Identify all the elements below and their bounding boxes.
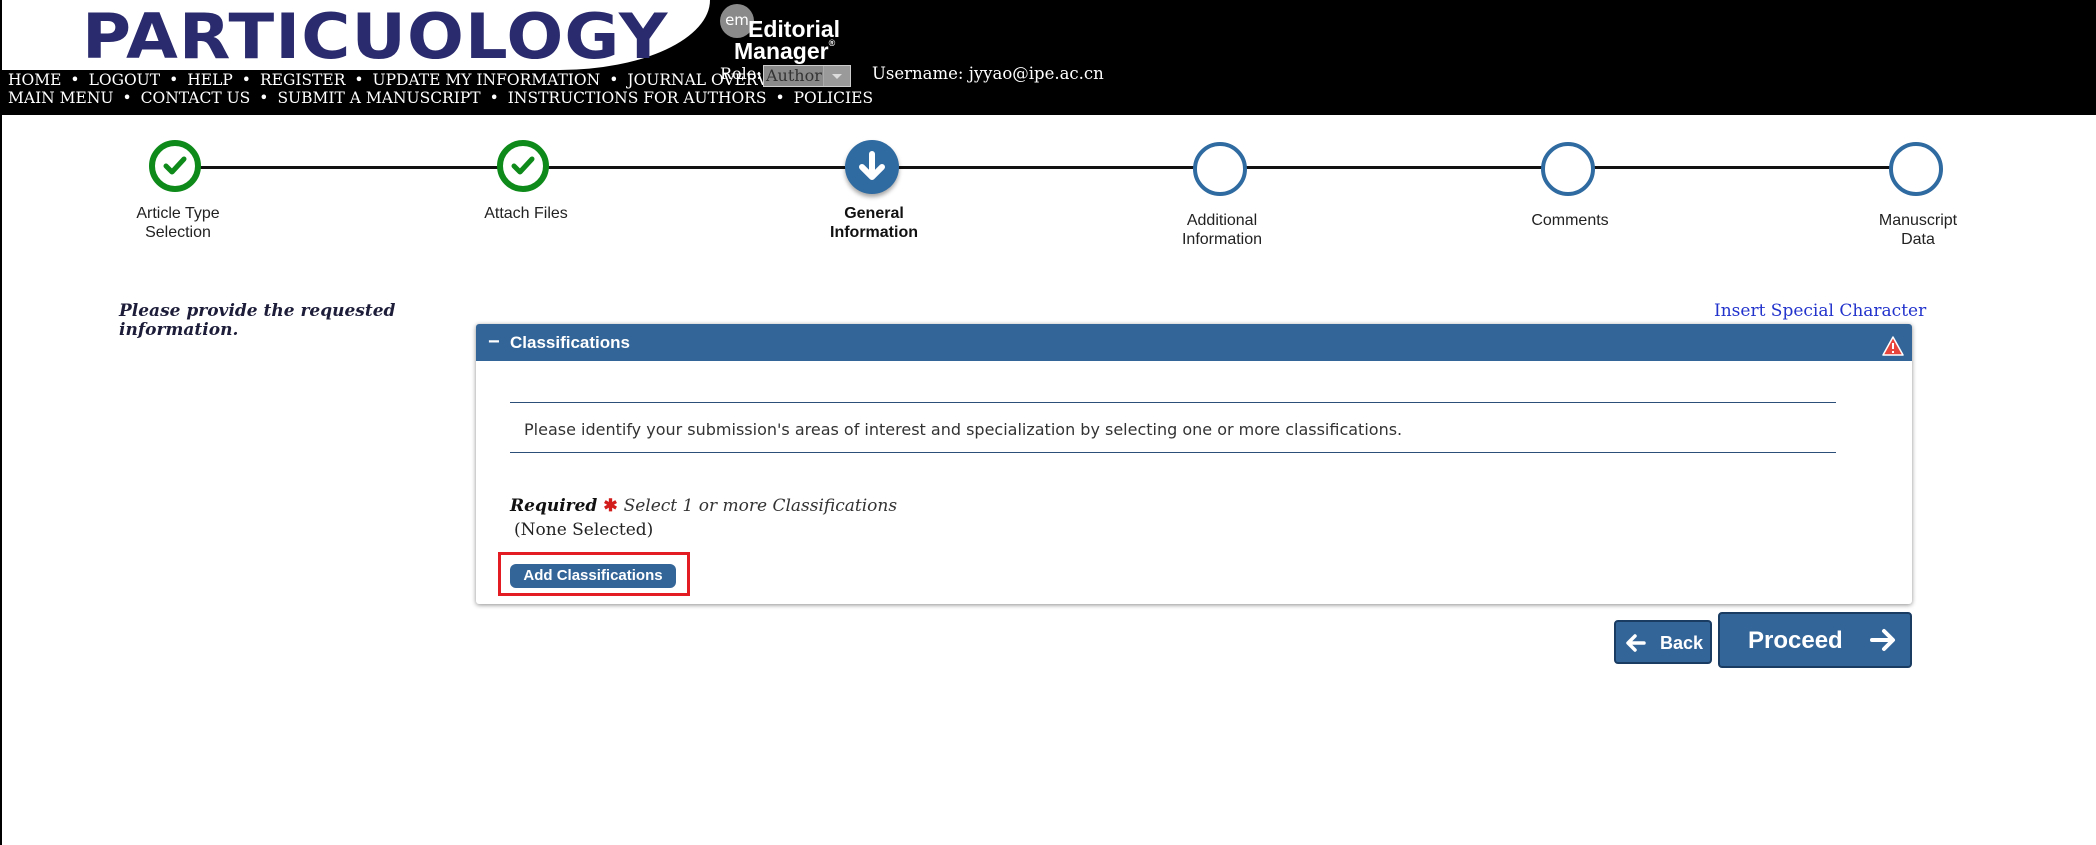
back-button-label: Back: [1660, 633, 1704, 653]
nav-help[interactable]: HELP: [187, 71, 233, 89]
nav-row-1: HOME • LOGOUT • HELP • REGISTER • UPDATE MY INFO…: [8, 71, 802, 89]
app-header: PARTICUOLOGY HOME • LOGOUT • HELP • REGISTER • U…: [2, 0, 2096, 115]
divider: [510, 452, 1836, 453]
nav-policies[interactable]: POLICIES: [794, 89, 873, 107]
nav-row-2: MAIN MENU • CONTACT US • SUBMIT A MANUSCRIPT…: [8, 89, 874, 107]
role-select-value: Author: [766, 66, 822, 85]
required-label: Required: [510, 496, 598, 516]
username-display: Username: jyyao@ipe.ac.cn: [872, 64, 1104, 83]
role-select[interactable]: Author: [763, 65, 851, 87]
proceed-button[interactable]: Proceed: [1718, 612, 1912, 668]
nav-logout[interactable]: LOGOUT: [89, 71, 161, 89]
step-label: General Information: [830, 205, 918, 241]
journal-logo[interactable]: PARTICUOLOGY: [82, 2, 668, 72]
classifications-panel: − Classifications Please identify your s…: [476, 324, 1912, 604]
chevron-down-icon: [823, 66, 850, 86]
nav-contact-us[interactable]: CONTACT US: [141, 89, 251, 107]
step-label: Comments: [1531, 212, 1609, 229]
nav-submit-a-manuscript[interactable]: SUBMIT A MANUSCRIPT: [277, 89, 480, 107]
back-button[interactable]: Back: [1614, 620, 1712, 664]
editorial-manager-logo: em Editorial Manager®: [720, 4, 845, 64]
em-logo-line2: Manager®: [734, 38, 836, 64]
username-value: jyyao@ipe.ac.cn: [968, 64, 1104, 83]
step-pending-circle-icon: [1193, 142, 1247, 196]
warning-icon: [1882, 332, 1904, 369]
step-pending-circle-icon: [1889, 142, 1943, 196]
arrow-right-icon: [1870, 629, 1895, 651]
role-label: Role:: [720, 64, 762, 83]
selection-status: (None Selected): [514, 520, 654, 540]
step-pending-circle-icon: [1541, 142, 1595, 196]
nav-main-menu[interactable]: MAIN MENU: [8, 89, 114, 107]
page-instructions: Please provide the requested information…: [119, 301, 396, 340]
insert-special-character-link[interactable]: Insert Special Character: [1714, 301, 1926, 321]
step-current-arrow-icon: [845, 140, 899, 194]
nav-register[interactable]: REGISTER: [260, 71, 345, 89]
classifications-panel-header[interactable]: − Classifications: [476, 324, 1912, 361]
step-label: Article Type Selection: [136, 205, 220, 241]
nav-home[interactable]: HOME: [8, 71, 61, 89]
step-label: Manuscript Data: [1878, 212, 1958, 248]
panel-title: Classifications: [510, 333, 630, 352]
classification-prompt: Please identify your submission's areas …: [524, 420, 1403, 439]
collapse-icon[interactable]: −: [488, 324, 500, 361]
nav-update-my-information[interactable]: UPDATE MY INFORMATION: [373, 71, 601, 89]
proceed-button-label: Proceed: [1748, 627, 1843, 654]
step-done-check-icon: [149, 140, 201, 192]
journal-logo-panel: PARTICUOLOGY: [2, 0, 710, 72]
step-label: Attach Files: [484, 205, 568, 222]
divider: [510, 402, 1836, 403]
nav-instructions-for-authors[interactable]: INSTRUCTIONS FOR AUTHORS: [508, 89, 767, 107]
required-hint: Select 1 or more Classifications: [623, 496, 898, 516]
required-indicator: Required ✱ Select 1 or more Classification…: [510, 496, 897, 516]
arrow-left-icon: [1626, 634, 1646, 652]
add-classifications-button[interactable]: Add Classifications: [510, 564, 676, 588]
progress-track: [180, 166, 1916, 169]
step-done-check-icon: [497, 140, 549, 192]
required-star-icon: ✱: [603, 496, 618, 516]
step-label: Additional Information: [1181, 212, 1263, 248]
